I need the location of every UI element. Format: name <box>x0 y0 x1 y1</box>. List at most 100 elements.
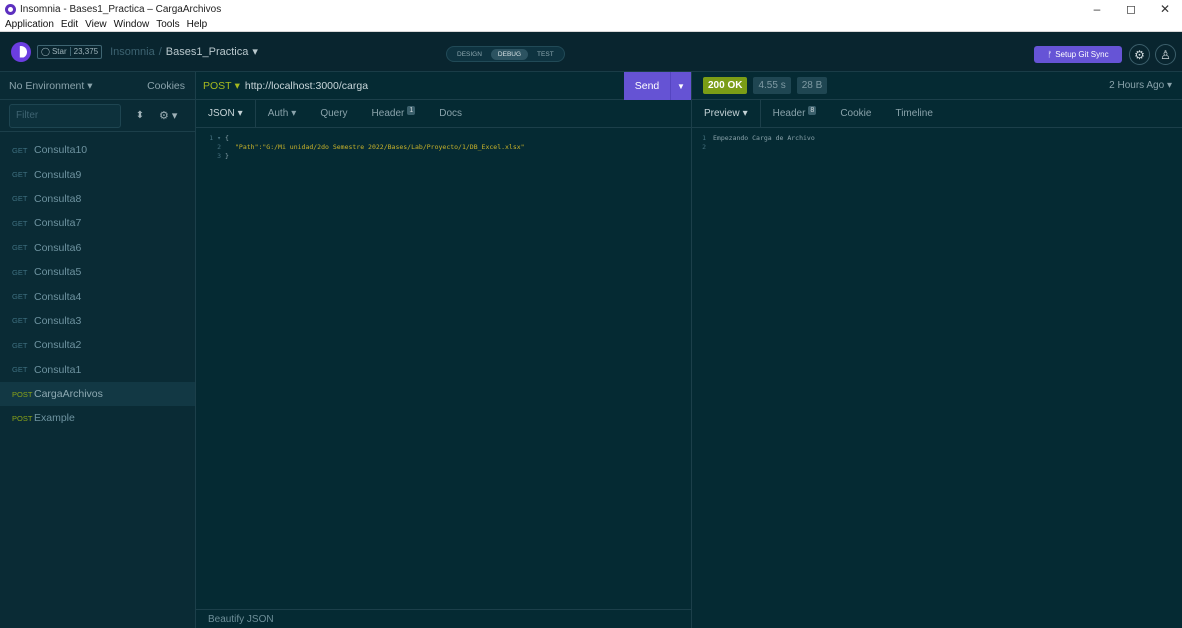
request-tabs: JSON ▾ Auth ▾ Query Header 1 Docs <box>196 99 691 128</box>
github-icon: ◯ <box>41 47 50 56</box>
response-pane: 200 OK 4.55 s 28 B 2 Hours Ago ▾ Preview… <box>692 72 1182 628</box>
request-item-consulta9[interactable]: GET Consulta9 <box>0 162 195 186</box>
beautify-json-button[interactable]: Beautify JSON <box>196 609 692 628</box>
request-list: GET Consulta10 GET Consulta9 GET Consulta8 … <box>0 132 195 431</box>
send-options-icon[interactable]: ▼ <box>670 72 691 100</box>
code-line: 1 ▾{ <box>196 133 691 142</box>
tab-cookie[interactable]: Cookie <box>828 100 883 128</box>
request-name: Consulta10 <box>34 144 88 157</box>
request-item-consulta1[interactable]: GET Consulta1 <box>0 358 195 382</box>
insomnia-app-icon <box>5 3 16 15</box>
request-body-editor[interactable]: 1 ▾{ 2 "Path":"G:/Mi unidad/2do Semestre … <box>196 128 691 160</box>
request-name: Consulta2 <box>34 339 82 352</box>
menu-edit[interactable]: Edit <box>61 19 78 30</box>
menu-help[interactable]: Help <box>187 19 208 30</box>
minimize-button[interactable]: – <box>1080 0 1114 18</box>
request-item-consulta2[interactable]: GET Consulta2 <box>0 333 195 357</box>
request-method: GET <box>12 267 28 277</box>
code-line: 2 "Path":"G:/Mi unidad/2do Semestre 2022/… <box>196 142 691 151</box>
environment-selector[interactable]: No Environment ▾ <box>9 80 93 92</box>
request-method: GET <box>12 170 28 180</box>
request-item-consulta6[interactable]: GET Consulta6 <box>0 236 195 260</box>
mode-design[interactable]: DESIGN <box>450 49 489 60</box>
code-line: 2 <box>692 142 1182 151</box>
response-status-bar: 200 OK 4.55 s 28 B 2 Hours Ago ▾ <box>692 72 1182 100</box>
response-time-badge: 4.55 s <box>753 77 791 94</box>
settings-gear-icon[interactable]: ⚙ <box>1129 44 1150 65</box>
caret-down-icon: ▾ <box>234 79 240 92</box>
filter-input[interactable]: Filter <box>9 103 121 128</box>
sort-icon[interactable]: ⬍ <box>127 110 153 121</box>
request-method: GET <box>12 194 28 204</box>
tab-response-header[interactable]: Header 8 <box>761 100 829 128</box>
menu-window[interactable]: Window <box>114 19 150 30</box>
tab-body[interactable]: JSON ▾ <box>196 100 255 128</box>
response-body-viewer[interactable]: 1 Empezando Carga de Archivo 2 <box>692 128 1182 151</box>
insomnia-logo-icon[interactable] <box>11 41 31 62</box>
breadcrumb-separator: / <box>158 45 162 58</box>
breadcrumb-root[interactable]: Insomnia <box>110 46 155 58</box>
breadcrumb-workspace[interactable]: Bases1_Practica <box>166 46 249 58</box>
response-tabs: Preview ▾ Header 8 Cookie Timeline <box>692 99 1182 128</box>
window-controls: – ◻ ✕ <box>1080 0 1182 18</box>
request-pane: POST ▾ http://localhost:3000/carga Send ▼… <box>196 72 692 628</box>
window-title: Insomnia - Bases1_Practica – CargaArchiv… <box>20 3 222 15</box>
request-method: GET <box>12 145 28 155</box>
request-item-consulta10[interactable]: GET Consulta10 <box>0 138 195 162</box>
request-name: Consulta5 <box>34 266 82 279</box>
url-bar: POST ▾ http://localhost:3000/carga Send ▼ <box>196 72 691 100</box>
github-star-badge[interactable]: ◯ Star 23,375 <box>37 44 103 59</box>
mode-test[interactable]: TEST <box>530 49 561 60</box>
setup-git-sync-button[interactable]: ᚠ Setup Git Sync <box>1034 46 1122 63</box>
request-item-cargaarchivos[interactable]: POST CargaArchivos <box>0 381 195 407</box>
account-icon[interactable]: ♙ <box>1155 44 1176 65</box>
response-size-badge: 28 B <box>796 77 828 94</box>
request-item-consulta8[interactable]: GET Consulta8 <box>0 187 195 211</box>
request-item-consulta7[interactable]: GET Consulta7 <box>0 211 195 235</box>
request-item-example[interactable]: POST Example <box>0 406 195 430</box>
method-selector[interactable]: POST ▾ <box>196 80 240 92</box>
request-method: GET <box>12 365 28 375</box>
tab-header[interactable]: Header 1 <box>360 100 428 128</box>
request-name: Consulta4 <box>34 290 82 303</box>
mode-switch: DESIGN DEBUG TEST <box>446 46 565 62</box>
url-input[interactable]: http://localhost:3000/carga <box>245 80 368 92</box>
status-badge: 200 OK <box>703 77 748 94</box>
caret-down-icon[interactable]: ▾ <box>252 45 258 58</box>
cookies-button[interactable]: Cookies <box>147 80 185 92</box>
maximize-button[interactable]: ◻ <box>1114 0 1148 18</box>
star-count: 23,375 <box>69 47 101 56</box>
response-history-dropdown[interactable]: 2 Hours Ago ▾ <box>1109 80 1172 91</box>
line-number: 2 <box>217 142 221 151</box>
request-item-consulta3[interactable]: GET Consulta3 <box>0 309 195 333</box>
header-count-badge: 1 <box>407 106 416 115</box>
request-item-consulta4[interactable]: GET Consulta4 <box>0 284 195 308</box>
send-button[interactable]: Send <box>624 72 670 100</box>
line-number: 1 <box>702 133 706 142</box>
tab-auth[interactable]: Auth ▾ <box>256 100 309 128</box>
tab-docs[interactable]: Docs <box>427 100 474 128</box>
menu-tools[interactable]: Tools <box>156 19 179 30</box>
request-item-consulta5[interactable]: GET Consulta5 <box>0 260 195 284</box>
request-method: GET <box>12 243 28 253</box>
line-number: 1 ▾ <box>209 133 221 142</box>
menu-application[interactable]: Application <box>5 19 54 30</box>
tab-preview[interactable]: Preview ▾ <box>692 100 760 128</box>
tab-timeline[interactable]: Timeline <box>883 100 944 128</box>
request-name: Consulta1 <box>34 363 82 376</box>
menu-view[interactable]: View <box>85 19 107 30</box>
star-label: ◯ Star <box>41 47 67 56</box>
send-group: Send ▼ <box>624 72 691 100</box>
app-header: ◯ Star 23,375 Insomnia / Bases1_Practica … <box>0 32 1182 72</box>
git-branch-icon: ᚠ <box>1047 50 1053 59</box>
header-count-badge: 8 <box>808 106 817 115</box>
mode-debug[interactable]: DEBUG <box>490 48 529 60</box>
sidebar-settings-icon[interactable]: ⚙ ▾ <box>159 109 177 122</box>
close-button[interactable]: ✕ <box>1148 0 1182 18</box>
tab-query[interactable]: Query <box>308 100 359 128</box>
breadcrumb: Insomnia / Bases1_Practica ▾ <box>110 45 258 59</box>
line-number: 3 <box>217 151 221 160</box>
request-method: GET <box>12 218 28 228</box>
request-method: POST <box>12 389 33 399</box>
request-name: Consulta8 <box>34 192 82 205</box>
